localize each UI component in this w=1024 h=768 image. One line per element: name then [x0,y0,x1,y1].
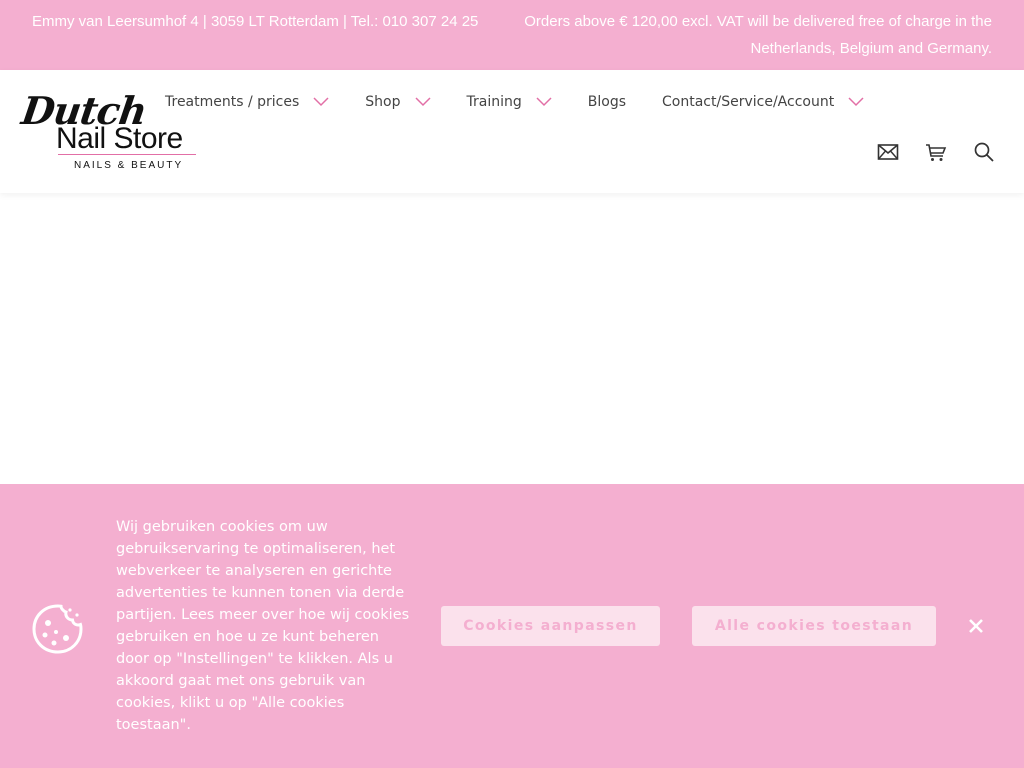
header-icon-group [852,140,996,164]
logo-sub-text: NAILS & BEAUTY [74,160,184,171]
site-header: Dutch Nail Store NAILS & BEAUTY Treatmen… [0,70,1024,193]
nav-item-label: Treatments / prices [165,94,300,110]
logo-underline [58,154,196,155]
logo-main-text: Nail Store [56,122,183,155]
shipping-notice: Orders above € 120,00 excl. VAT will be … [524,13,992,57]
nav-item-label: Blogs [587,94,627,110]
accept-all-cookies-button[interactable]: Alle cookies toestaan [692,606,936,646]
chevron-down-icon [848,97,864,107]
nav-item-training[interactable]: Training [467,94,552,110]
nav-item-label: Shop [365,94,401,110]
customize-cookies-button[interactable]: Cookies aanpassen [441,606,660,646]
cookie-icon [32,604,83,654]
store-address: Emmy van Leersumhof 4 | 3059 LT Rotterda… [32,13,479,30]
nav-item-shop[interactable]: Shop [365,94,431,110]
nav-item-contact[interactable]: Contact/Service/Account [662,94,864,110]
main-navigation: Treatments / prices Shop Training Blogs … [165,94,864,110]
nav-item-label: Contact/Service/Account [662,94,835,110]
search-icon[interactable] [972,140,996,164]
nav-item-label: Training [466,94,522,110]
nav-item-blogs[interactable]: Blogs [588,94,626,110]
mail-icon[interactable] [876,140,900,164]
chevron-down-icon [414,97,431,107]
chevron-down-icon [313,97,329,107]
top-info-bar: Emmy van Leersumhof 4 | 3059 LT Rotterda… [0,0,1024,70]
cookie-consent-banner: Wij gebruiken cookies om uw gebruikserva… [0,484,1024,768]
close-icon[interactable] [966,616,986,636]
cart-icon[interactable] [924,140,948,164]
chevron-down-icon [536,97,552,107]
cookie-message: Wij gebruiken cookies om uw gebruikserva… [116,519,410,733]
nav-item-treatments[interactable]: Treatments / prices [165,94,329,110]
